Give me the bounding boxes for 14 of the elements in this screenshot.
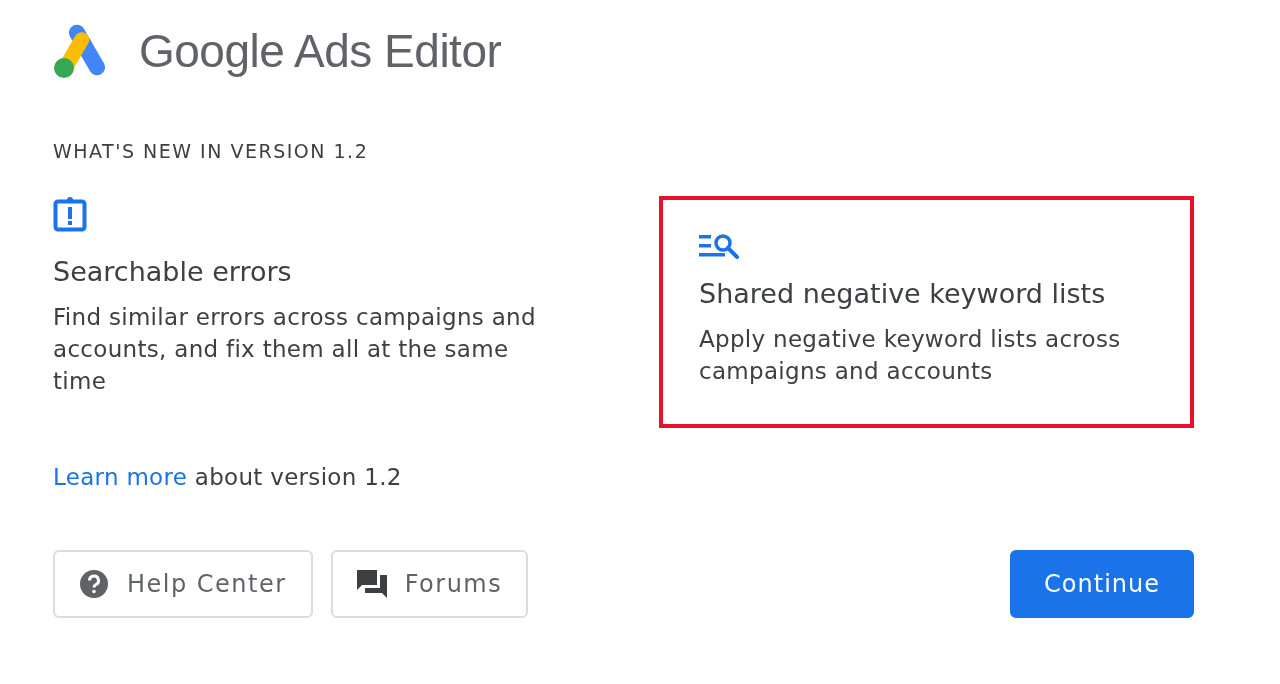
feature-title: Searchable errors [53, 256, 293, 287]
help-center-button[interactable]: Help Center [53, 550, 313, 618]
feature-title: Shared negative keyword lists [699, 278, 1107, 309]
help-icon [79, 569, 109, 599]
section-heading: WHAT'S NEW IN VERSION 1.2 [53, 140, 370, 162]
chat-bubbles-icon [356, 570, 387, 598]
feature-description: Find similar errors across campaigns and accounts, and fix them all at the same time [53, 303, 537, 396]
continue-button[interactable]: Continue [1010, 550, 1194, 618]
app-title: Google Ads Editor [139, 24, 502, 78]
forums-button[interactable]: Forums [330, 550, 529, 618]
clipboard-alert-icon [53, 196, 87, 232]
learn-more-link[interactable]: Learn more [53, 464, 188, 490]
feature-description: Apply negative keyword lists across campaigns and accounts [699, 325, 1122, 386]
learn-more-text: Learn more about version 1.2 [53, 464, 402, 490]
